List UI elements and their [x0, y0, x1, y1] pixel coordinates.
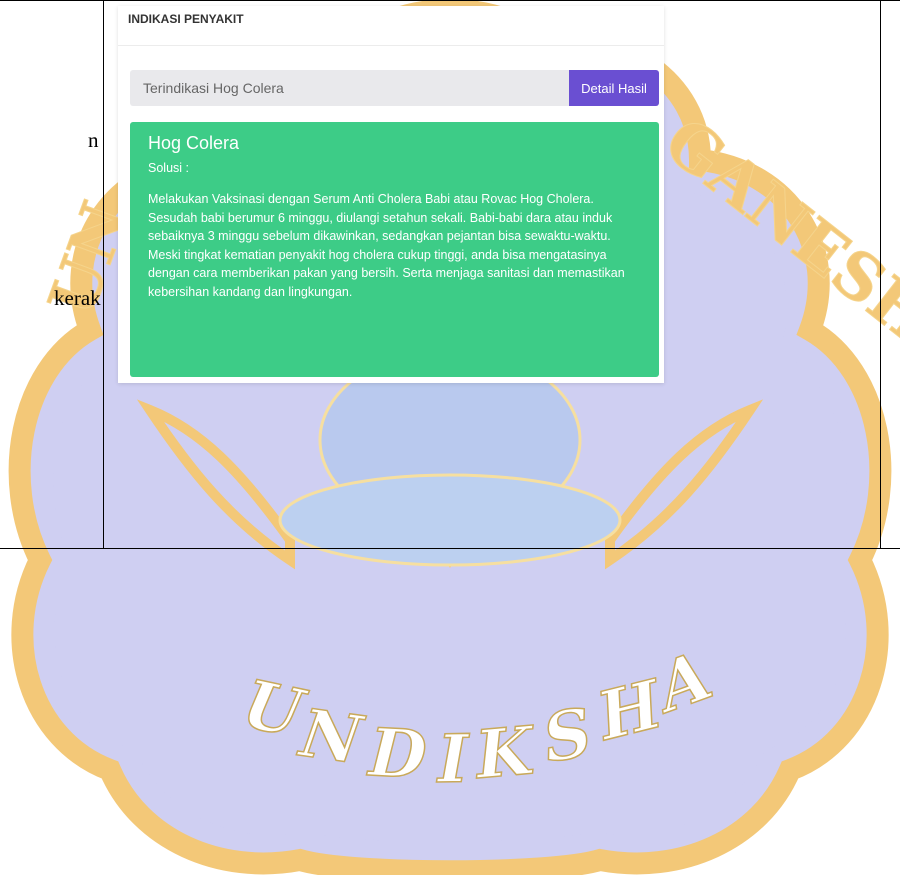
solution-alert: Hog Colera Solusi : Melakukan Vaksinasi … — [130, 122, 659, 377]
card-header: INDIKASI PENYAKIT — [118, 6, 664, 46]
disease-title: Hog Colera — [148, 133, 240, 153]
svg-text:I: I — [435, 719, 471, 798]
solution-label: Solusi : — [148, 161, 189, 175]
solution-text: Melakukan Vaksinasi dengan Serum Anti Ch… — [148, 192, 625, 299]
diagnosis-result-field[interactable]: Terindikasi Hog Colera — [130, 70, 569, 106]
svg-text:K: K — [471, 711, 540, 794]
left-cell-fragment-2: kerak — [54, 286, 101, 310]
result-input-group: Terindikasi Hog Colera Detail Hasil — [130, 70, 659, 106]
detail-result-button[interactable]: Detail Hasil — [569, 70, 659, 106]
left-cell-fragment-1: n — [88, 128, 99, 152]
table-bottom-border — [0, 548, 900, 549]
table-column-divider-left — [103, 0, 104, 549]
diagnosis-result-card: INDIKASI PENYAKIT Terindikasi Hog Colera… — [118, 6, 664, 383]
table-top-border — [0, 0, 900, 1]
svg-text:D: D — [365, 713, 428, 794]
table-column-divider-right — [880, 0, 881, 549]
